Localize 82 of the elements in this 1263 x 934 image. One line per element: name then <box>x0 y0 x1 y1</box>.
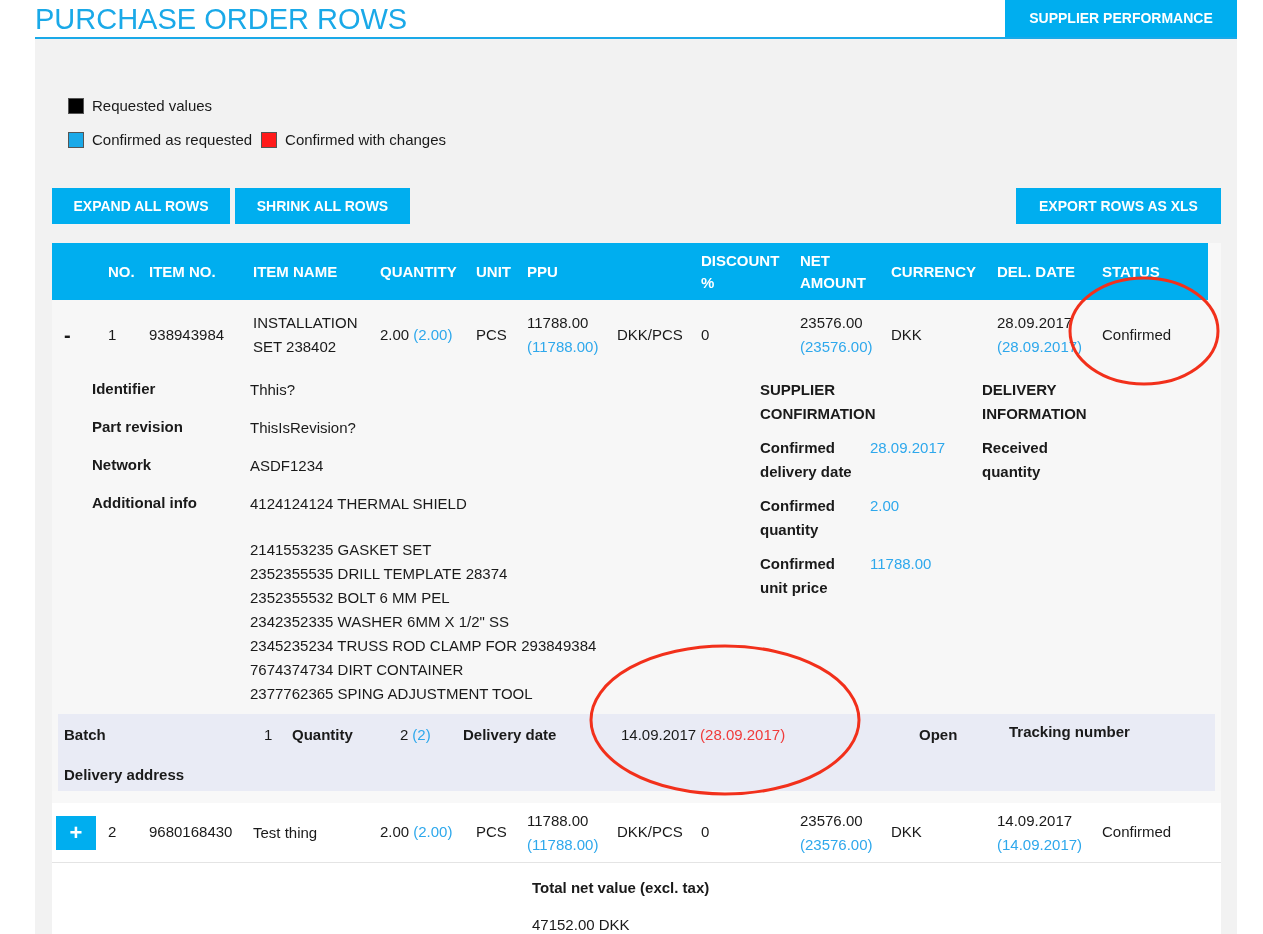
confirmed-value: (11788.00) <box>527 834 600 855</box>
field-label: Quantity <box>292 725 354 745</box>
table-cell-text: 1 <box>108 324 118 345</box>
column-header: PPU <box>527 261 559 282</box>
field-label: Confirmed unit price <box>760 554 836 598</box>
field-value: ASDF1234 <box>250 456 324 476</box>
table-cell-text: DKK/PCS <box>617 822 684 843</box>
requested-value: 2 <box>400 725 409 745</box>
table-cell-text: DKK/PCS <box>617 324 684 345</box>
field-value: 28.09.2017 <box>870 438 946 458</box>
requested-value: 11788.00 <box>527 810 590 831</box>
column-header: CURRENCY <box>891 261 977 282</box>
column-header: DISCOUNT % <box>701 250 779 293</box>
shrink-rows-button[interactable]: SHRINK ALL ROWS <box>235 188 410 224</box>
column-header: ITEM NAME <box>253 261 339 282</box>
field-label: Delivery date <box>463 725 558 745</box>
confirmed-value: (2) <box>412 725 431 745</box>
requested-value: 11788.00 <box>527 313 590 333</box>
table-cell-text: 0 <box>701 324 711 345</box>
requested-value: 2.00 <box>380 822 410 843</box>
confirmed-value: (23576.00) <box>800 337 874 357</box>
field-value: Thhis? <box>250 380 296 400</box>
page-title: PURCHASE ORDER ROWS <box>35 2 408 37</box>
field-label: Confirmed quantity <box>760 496 836 540</box>
expand-rows-button[interactable]: EXPAND ALL ROWS <box>52 188 230 224</box>
requested-value: 23576.00 <box>800 313 864 333</box>
field-value: 1 <box>264 725 274 745</box>
confirmed-value: (28.09.2017) <box>700 725 786 745</box>
column-header: NET AMOUNT <box>800 250 867 293</box>
total-value: 47152.00 DKK <box>532 914 631 934</box>
table-cell-text: 2 <box>108 822 118 843</box>
field-label: Confirmed delivery date <box>760 438 853 482</box>
table-cell-text: Confirmed <box>1102 324 1173 345</box>
section-heading: SUPPLIER CONFIRMATION <box>760 380 877 424</box>
confirmed-value: (23576.00) <box>800 834 874 855</box>
confirmed-value: (14.09.2017) <box>997 834 1084 855</box>
field-label: Tracking number <box>1009 722 1130 742</box>
supplier-performance-button[interactable]: SUPPLIER PERFORMANCE <box>1005 0 1237 37</box>
table-cell-text: DKK <box>891 822 923 843</box>
export-button[interactable]: EXPORT ROWS AS XLS <box>1016 188 1221 224</box>
field-value: 11788.00 <box>870 554 932 574</box>
field-label: Batch <box>64 725 107 745</box>
legend-label: Confirmed as requested <box>92 129 253 150</box>
field-label: Identifier <box>92 379 157 399</box>
table-cell-text: DKK <box>891 324 923 345</box>
column-header: ITEM NO. <box>149 261 217 282</box>
legend-label: Confirmed with changes <box>285 129 446 150</box>
requested-value: 23576.00 <box>800 810 864 831</box>
requested-value: 14.09.2017 <box>621 725 697 745</box>
column-header: UNIT <box>476 261 512 282</box>
legend-label: Requested values <box>92 96 213 116</box>
table-cell-text: 9680168430 <box>149 822 234 843</box>
field-value: ThisIsRevision? <box>250 418 356 438</box>
batch-status: Open <box>919 725 959 745</box>
table-cell-text: INSTALLATION SET 238402 <box>253 313 359 357</box>
expand-toggle[interactable]: + <box>56 815 96 850</box>
field-label: Part revision <box>92 417 184 437</box>
table-cell-text: Confirmed <box>1102 822 1173 843</box>
column-header: STATUS <box>1102 261 1161 282</box>
field-label: Delivery address <box>64 764 186 785</box>
table-cell-text: PCS <box>476 822 508 843</box>
confirmed-value: (2.00) <box>413 324 453 345</box>
field-label: Received quantity <box>982 438 1049 482</box>
field-value: 2.00 <box>870 496 900 516</box>
field-label: Additional info <box>92 493 198 513</box>
table-cell-text: PCS <box>476 324 508 345</box>
total-label: Total net value (excl. tax) <box>532 878 711 898</box>
requested-value: 2.00 <box>380 324 410 345</box>
field-value: 4124124124 THERMAL SHIELD <box>250 494 468 514</box>
column-header: QUANTITY <box>380 261 458 282</box>
table-cell-text: 0 <box>701 822 711 843</box>
table-cell-text: Test thing <box>253 822 319 843</box>
table-cell-text: 938943984 <box>149 324 226 345</box>
requested-value: 14.09.2017 <box>997 810 1074 831</box>
field-label: Network <box>92 455 153 475</box>
collapse-toggle[interactable]: - <box>64 318 84 352</box>
confirmed-value: (11788.00) <box>527 337 600 357</box>
section-heading: DELIVERY INFORMATION <box>982 380 1088 424</box>
field-value: 2141553235 GASKET SET 2352355535 DRILL TEMPLATE 28374 2352355532 BOLT 6 MM PEL 2342352335 WASHER 6MM X 1/2" SS 2345235234 TRUSS ROD CLAMP FOR 293849384 7674374734 DIRT CONTAINER 2377762365 SPING ADJUSTMENT TOOL <box>250 540 597 704</box>
column-header: DEL. DATE <box>997 261 1077 282</box>
confirmed-value: (2.00) <box>413 822 453 843</box>
column-header: NO. <box>108 261 136 282</box>
